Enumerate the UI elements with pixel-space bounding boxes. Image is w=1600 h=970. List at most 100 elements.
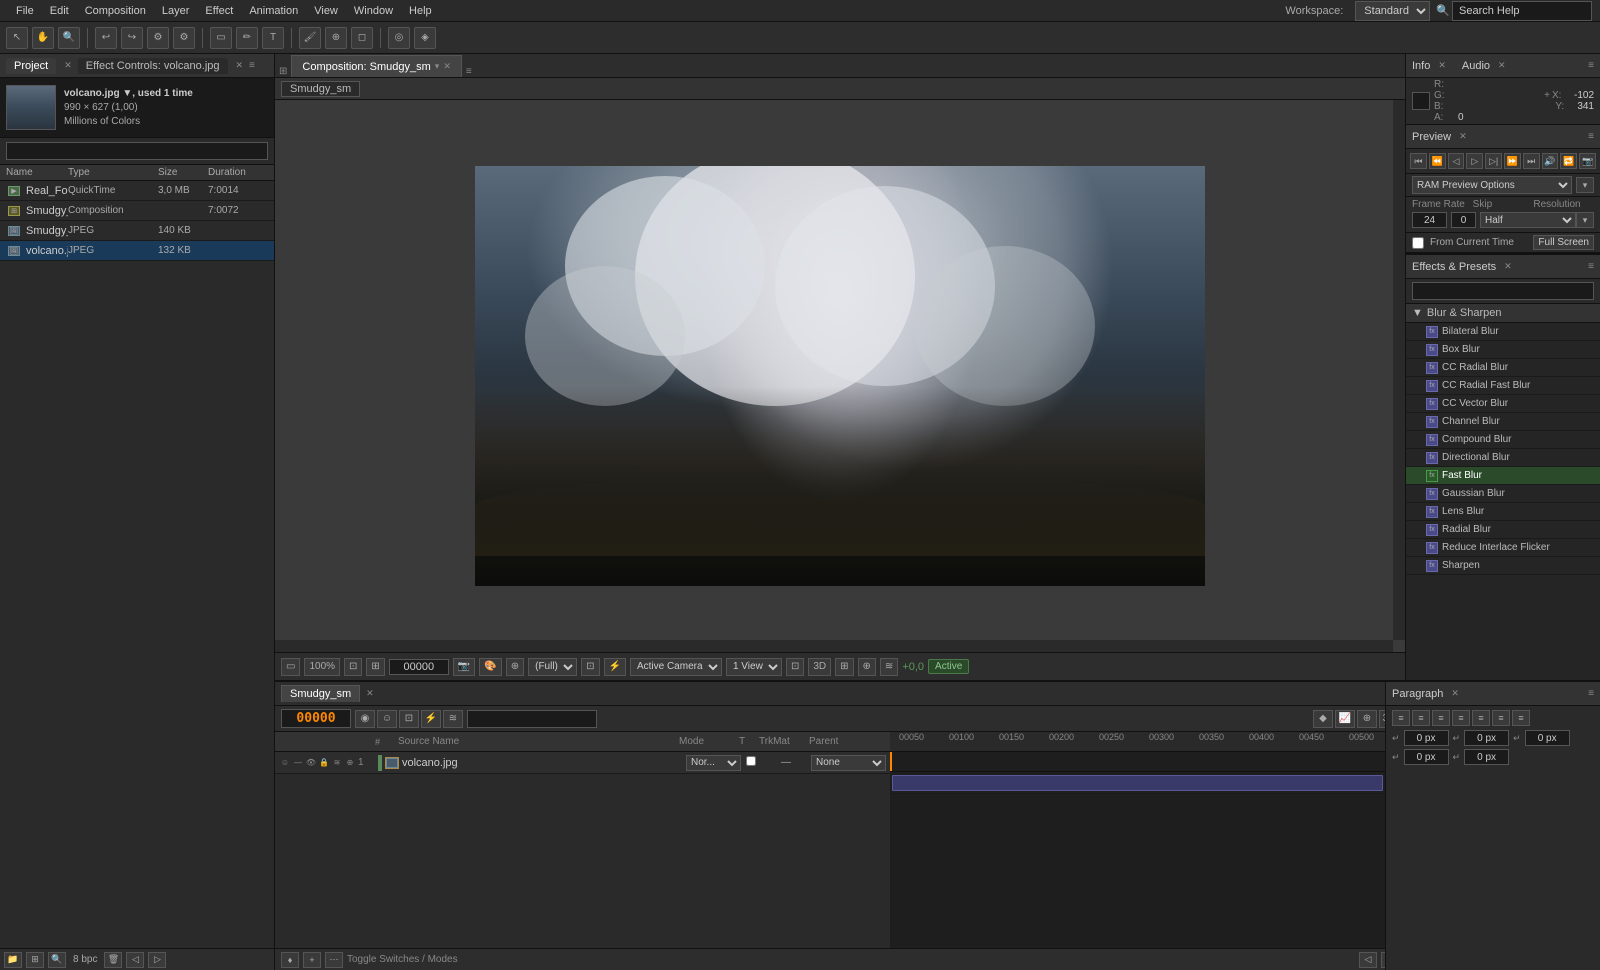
timeline-search-input[interactable]: [467, 710, 597, 728]
viewer-scrollbar-vertical[interactable]: [1393, 100, 1405, 640]
menu-edit[interactable]: Edit: [42, 3, 77, 19]
comp-snap-btn[interactable]: ⊕: [858, 658, 876, 676]
tool-pen[interactable]: ✏: [236, 27, 258, 49]
effects-tab[interactable]: Effects & Presets: [1412, 261, 1496, 273]
comp-grid-btn[interactable]: ⊞: [366, 658, 384, 676]
para-indent-1[interactable]: [1404, 730, 1449, 746]
tool-roto[interactable]: ◎: [388, 27, 410, 49]
tl-keyframe-btn[interactable]: ◆: [1313, 710, 1333, 728]
tool-zoom[interactable]: 🔍: [58, 27, 80, 49]
timeline-track-row[interactable]: [890, 772, 1385, 794]
project-item[interactable]: ▶ Real_Fo...mov QuickTime 3,0 MB 7:0014: [0, 181, 274, 201]
tool-undo[interactable]: ↩: [95, 27, 117, 49]
effects-search-input[interactable]: [1412, 282, 1594, 300]
trash-btn[interactable]: 🗑: [104, 952, 122, 968]
tl-more-btn[interactable]: ⋯: [325, 952, 343, 968]
effect-controls-tab[interactable]: Effect Controls: volcano.jpg: [78, 58, 228, 74]
comp-tab-dropdown[interactable]: ▾: [435, 61, 440, 72]
comp-fast-btn[interactable]: ⚡: [604, 658, 626, 676]
project-item[interactable]: ⊞ Smudgy_sm Composition 7:0072: [0, 201, 274, 221]
para-indent-3[interactable]: [1525, 730, 1570, 746]
comp-preview-btn[interactable]: ▭: [281, 658, 300, 676]
para-justify-all[interactable]: ≡: [1512, 710, 1530, 726]
tl-shy-btn[interactable]: ☺: [377, 710, 397, 728]
menu-effect[interactable]: Effect: [197, 3, 241, 19]
comp-camera-select[interactable]: Active Camera: [630, 658, 722, 676]
effect-item-bilateral-blur[interactable]: fx Bilateral Blur: [1406, 323, 1600, 341]
para-align-center[interactable]: ≡: [1412, 710, 1430, 726]
new-comp-btn[interactable]: ⊞: [26, 952, 44, 968]
para-justify-left[interactable]: ≡: [1452, 710, 1470, 726]
timeline-tab[interactable]: Smudgy_sm: [281, 685, 360, 702]
effect-item-sharpen[interactable]: fx Sharpen: [1406, 557, 1600, 575]
preview-close[interactable]: ✕: [1459, 131, 1467, 142]
tool-clone[interactable]: ⊕: [325, 27, 347, 49]
prev-last-btn[interactable]: ⏭: [1523, 153, 1540, 169]
info-panel-menu[interactable]: ≡: [1588, 60, 1594, 71]
arrow-right-btn[interactable]: ▷: [148, 952, 166, 968]
tl-graph-btn[interactable]: 📈: [1335, 710, 1355, 728]
layer-lock-switch[interactable]: 🔒: [318, 757, 330, 769]
prev-first-btn[interactable]: ⏮: [1410, 153, 1427, 169]
tool-text[interactable]: T: [262, 27, 284, 49]
prev-play-btn[interactable]: ▷: [1466, 153, 1483, 169]
audio-close[interactable]: ✕: [1498, 60, 1506, 71]
prev-step-back-btn[interactable]: ◁: [1448, 153, 1465, 169]
para-align-right[interactable]: ≡: [1432, 710, 1450, 726]
layer-parent-select[interactable]: None: [811, 755, 886, 771]
ps-resolution-dropdown[interactable]: ▾: [1576, 212, 1594, 228]
comp-timecode-input[interactable]: [389, 659, 449, 675]
comp-channel-select[interactable]: (Full): [528, 658, 577, 676]
preview-tab[interactable]: Preview: [1412, 131, 1451, 143]
tool-brush[interactable]: 🖌: [299, 27, 321, 49]
menu-help[interactable]: Help: [401, 3, 440, 19]
search-help-input[interactable]: [1452, 1, 1592, 21]
tl-nav-left-btn[interactable]: ◁: [1359, 952, 1377, 968]
composition-canvas[interactable]: [275, 100, 1405, 652]
layer-t-checkbox[interactable]: [741, 756, 761, 769]
comp-fit-btn[interactable]: ⊡: [344, 658, 362, 676]
layer-effects-switch[interactable]: ⊕: [344, 757, 356, 769]
effect-item-directional-blur[interactable]: fx Directional Blur: [1406, 449, 1600, 467]
tl-quality-btn[interactable]: ⚡: [421, 710, 441, 728]
paragraph-menu[interactable]: ≡: [1588, 688, 1594, 699]
ps-framerate-input[interactable]: [1412, 212, 1447, 228]
project-tab[interactable]: Project: [6, 58, 56, 74]
prev-snapshot-btn[interactable]: 📷: [1579, 153, 1596, 169]
comp-grid2-btn[interactable]: ⊞: [835, 658, 853, 676]
effect-item-fast-blur[interactable]: fx Fast Blur: [1406, 467, 1600, 485]
prev-audio-btn[interactable]: 🔊: [1542, 153, 1559, 169]
prev-back-btn[interactable]: ⏪: [1429, 153, 1446, 169]
tl-add-marker-btn[interactable]: ♦: [281, 952, 299, 968]
ram-dropdown-btn[interactable]: ▾: [1576, 177, 1594, 193]
arrow-btn[interactable]: ◁: [126, 952, 144, 968]
effect-item-reduce-interlace[interactable]: fx Reduce Interlace Flicker: [1406, 539, 1600, 557]
audio-tab[interactable]: Audio: [1462, 60, 1490, 72]
comp-zoom-btn[interactable]: 100%: [304, 658, 340, 676]
comp-motion-btn[interactable]: ≋: [880, 658, 898, 676]
menu-window[interactable]: Window: [346, 3, 401, 19]
viewer-scrollbar-horizontal[interactable]: [275, 640, 1393, 652]
para-indent-2[interactable]: [1464, 730, 1509, 746]
para-indent-4[interactable]: [1404, 749, 1449, 765]
layer-mode-select[interactable]: Nor...: [686, 755, 741, 771]
effect-item-gaussian-blur[interactable]: fx Gaussian Blur: [1406, 485, 1600, 503]
tool-render[interactable]: ⚙: [147, 27, 169, 49]
para-justify-center[interactable]: ≡: [1472, 710, 1490, 726]
effect-item-channel-blur[interactable]: fx Channel Blur: [1406, 413, 1600, 431]
tool-hand[interactable]: ✋: [32, 27, 54, 49]
find-btn[interactable]: 🔍: [48, 952, 66, 968]
tl-motion-btn[interactable]: ≋: [443, 710, 463, 728]
comp-alpha-btn[interactable]: ⊕: [506, 658, 524, 676]
tl-mask-btn[interactable]: ⊕: [1357, 710, 1377, 728]
effects-close[interactable]: ✕: [1504, 261, 1512, 272]
comp-res-btn[interactable]: ⊡: [581, 658, 599, 676]
comp-menu-icon[interactable]: ≡: [466, 66, 472, 77]
comp-camera-btn[interactable]: 📷: [453, 658, 475, 676]
tool-redo[interactable]: ↪: [121, 27, 143, 49]
tl-draft-btn[interactable]: ⊡: [399, 710, 419, 728]
panel-menu-icon[interactable]: ≡: [249, 60, 255, 71]
timeline-timecode-input[interactable]: [281, 709, 351, 728]
preview-panel-menu[interactable]: ≡: [1588, 131, 1594, 142]
tl-solo-btn[interactable]: ◉: [355, 710, 375, 728]
